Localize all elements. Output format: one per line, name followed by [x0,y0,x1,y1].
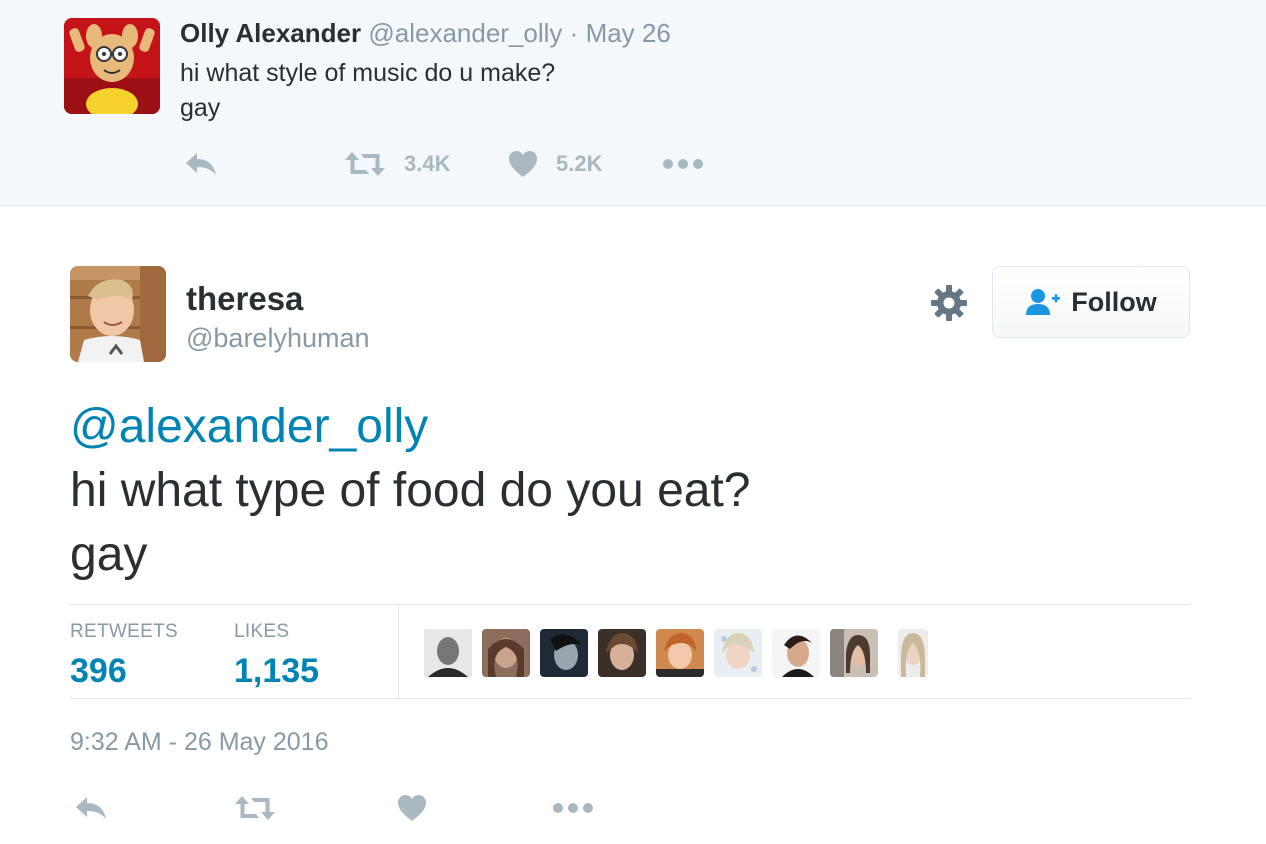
author-avatar[interactable] [70,266,166,362]
mention-link[interactable]: @alexander_olly [70,396,428,458]
liker-avatar[interactable] [714,629,762,677]
parent-like-button[interactable]: 5.2K [508,147,602,181]
header-separator: · [569,18,579,48]
liker-avatar[interactable] [830,629,878,677]
tweet-timestamp[interactable]: 9:32 AM - 26 May 2016 [70,727,328,757]
likes-stat[interactable]: LIKES 1,135 [234,621,319,691]
liker-avatar[interactable] [598,629,646,677]
liker-avatar[interactable] [540,629,588,677]
parent-retweet-button[interactable]: 3.4K [344,147,450,181]
like-button[interactable] [397,790,427,826]
reply-icon [76,797,106,819]
parent-author-handle[interactable]: @alexander_olly [368,18,562,48]
parent-author-avatar[interactable] [64,18,160,114]
follow-person-icon [1026,289,1061,315]
more-button[interactable] [552,790,594,826]
stats-divider [398,605,399,699]
retweet-icon [235,796,275,820]
tweet-stats: RETWEETS 396 LIKES 1,135 [70,604,1190,699]
liker-avatar[interactable] [656,629,704,677]
liker-avatar[interactable] [898,629,928,677]
liker-avatar[interactable] [772,629,820,677]
parent-retweet-count: 3.4K [404,151,451,176]
settings-gear-button[interactable] [930,284,968,322]
more-icon [553,803,593,813]
parent-more-button[interactable] [662,147,704,181]
parent-like-count: 5.2K [556,151,603,176]
parent-tweet-date[interactable]: May 26 [586,18,671,48]
parent-reply-button[interactable] [184,147,218,181]
retweet-button[interactable] [234,790,276,826]
reply-button[interactable] [74,790,108,826]
reply-icon [186,153,216,175]
liker-avatar[interactable] [482,629,530,677]
follow-button-label: Follow [1071,286,1157,317]
parent-author-name[interactable]: Olly Alexander [180,18,361,48]
tweet-text-line: hi what type of food do you eat? [70,464,751,517]
retweets-value: 396 [70,652,127,690]
parent-tweet: Olly Alexander @alexander_olly · May 26 … [0,0,1266,206]
follow-button[interactable]: Follow [992,266,1190,338]
liker-avatar[interactable] [424,629,472,677]
heart-icon [509,151,537,177]
heart-icon [398,795,426,821]
likes-value: 1,135 [234,652,320,690]
parent-tweet-text-line: hi what style of music do u make? [180,59,556,87]
retweet-icon [345,152,385,176]
parent-tweet-text-line: gay [180,94,221,122]
more-icon [663,159,703,169]
retweets-stat[interactable]: RETWEETS 396 [70,621,178,691]
gear-icon [931,285,967,321]
author-name[interactable]: theresa [186,280,303,318]
likes-label: LIKES [234,621,290,642]
author-handle[interactable]: @barelyhuman [186,322,370,354]
tweet-text-line: gay [70,528,148,581]
retweets-label: RETWEETS [70,621,178,642]
parent-tweet-header: Olly Alexander @alexander_olly · May 26 [180,18,671,48]
